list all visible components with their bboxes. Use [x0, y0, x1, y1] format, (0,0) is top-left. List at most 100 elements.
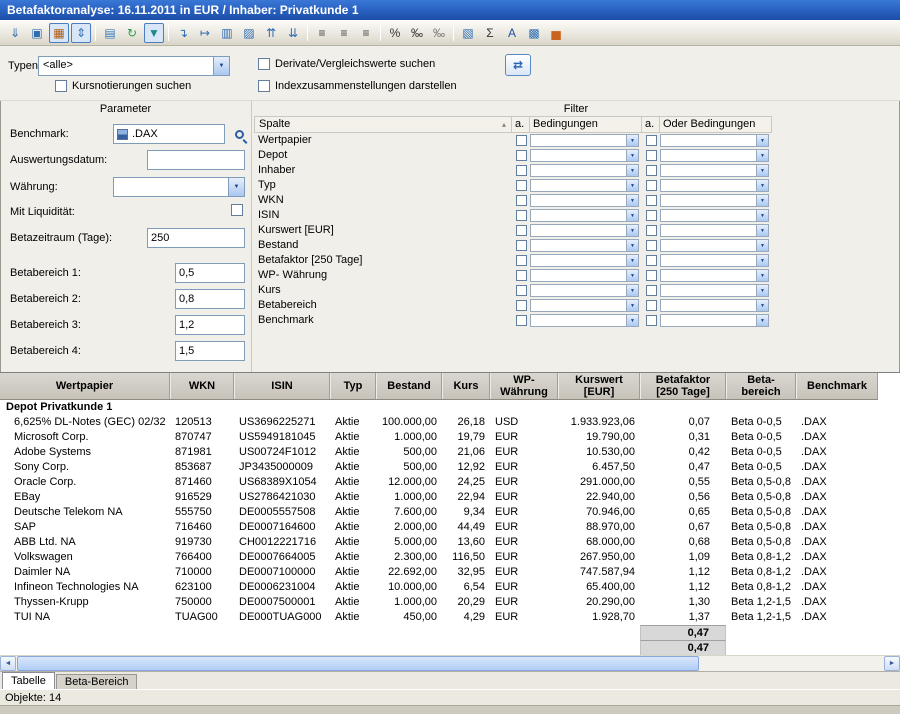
chevron-down-icon[interactable]: ▼	[213, 57, 229, 75]
filter-column-name[interactable]: Typ	[254, 178, 512, 193]
betabereich3-input[interactable]	[175, 315, 245, 335]
filter-column-name[interactable]: Bestand	[254, 238, 512, 253]
chart-icon[interactable]: ▅	[546, 23, 566, 43]
condition-combobox[interactable]: ▼	[530, 239, 639, 252]
index-checkbox[interactable]: Indexzusammenstellungen darstellen	[258, 80, 457, 92]
filter-and-checkbox[interactable]	[512, 315, 530, 326]
filter-or-condition-dropdown[interactable]: ▼	[660, 314, 772, 327]
column-header[interactable]: Beta- bereich	[726, 373, 796, 399]
filter-and-checkbox[interactable]	[512, 255, 530, 266]
chevron-down-icon[interactable]: ▼	[626, 300, 638, 311]
column-header[interactable]: ISIN	[234, 373, 330, 399]
chevron-down-icon[interactable]: ▼	[626, 240, 638, 251]
chevron-down-icon[interactable]: ▼	[756, 240, 768, 251]
filter-column-name[interactable]: Wertpapier	[254, 133, 512, 148]
filter-and-checkbox[interactable]	[512, 135, 530, 146]
table-row[interactable]: Infineon Technologies NA623100DE00062310…	[0, 580, 878, 595]
column-header[interactable]: Benchmark	[796, 373, 878, 399]
filter-column-name[interactable]: WP- Währung	[254, 268, 512, 283]
condition-combobox[interactable]: ▼	[530, 164, 639, 177]
jump-to-icon[interactable]: ↦	[195, 23, 215, 43]
align-left-icon[interactable]: ≡	[312, 23, 332, 43]
tab-beta-bereich[interactable]: Beta-Bereich	[56, 674, 138, 689]
filter-or-condition-dropdown[interactable]: ▼	[660, 134, 772, 147]
filter-column-name[interactable]: ISIN	[254, 208, 512, 223]
filter-condition-dropdown[interactable]: ▼	[530, 179, 642, 192]
scrollbar-thumb[interactable]	[17, 656, 699, 671]
decrease-decimal-icon[interactable]: ‰	[429, 23, 449, 43]
column-header[interactable]: WP- Währung	[490, 373, 558, 399]
condition-combobox[interactable]: ▼	[660, 134, 769, 147]
condition-combobox[interactable]: ▼	[660, 224, 769, 237]
condition-combobox[interactable]: ▼	[530, 299, 639, 312]
filter-column-name[interactable]: Betafaktor [250 Tage]	[254, 253, 512, 268]
filter-column-name[interactable]: Benchmark	[254, 313, 512, 328]
filter-or-condition-dropdown[interactable]: ▼	[660, 284, 772, 297]
sum-icon[interactable]: Σ	[480, 23, 500, 43]
refresh-search-button[interactable]: ⇄	[505, 54, 531, 76]
insert-column-icon[interactable]: ↴	[173, 23, 193, 43]
chevron-down-icon[interactable]: ▼	[626, 285, 638, 296]
scroll-left-button[interactable]: ◄	[0, 656, 16, 671]
filter-condition-dropdown[interactable]: ▼	[530, 209, 642, 222]
print-icon[interactable]: ▤	[100, 23, 120, 43]
condition-combobox[interactable]: ▼	[660, 269, 769, 282]
chevron-down-icon[interactable]: ▼	[756, 285, 768, 296]
filter-or-condition-dropdown[interactable]: ▼	[660, 194, 772, 207]
filter-condition-dropdown[interactable]: ▼	[530, 134, 642, 147]
group-columns-icon[interactable]: ▨	[239, 23, 259, 43]
filter-and-checkbox[interactable]	[512, 210, 530, 221]
filter-header-oder-and[interactable]: a.	[642, 116, 660, 133]
chevron-down-icon[interactable]: ▼	[626, 225, 638, 236]
chevron-down-icon[interactable]: ▼	[756, 195, 768, 206]
filter-condition-dropdown[interactable]: ▼	[530, 314, 642, 327]
column-header[interactable]: Kurswert [EUR]	[558, 373, 640, 399]
filter-column-name[interactable]: Kurs	[254, 283, 512, 298]
filter-or-checkbox[interactable]	[642, 270, 660, 281]
condition-combobox[interactable]: ▼	[530, 194, 639, 207]
chevron-down-icon[interactable]: ▼	[756, 135, 768, 146]
table-row[interactable]: EBay916529US2786421030Aktie1.000,0022,94…	[0, 490, 878, 505]
filter-or-condition-dropdown[interactable]: ▼	[660, 179, 772, 192]
filter-and-checkbox[interactable]	[512, 180, 530, 191]
filter-column-name[interactable]: Betabereich	[254, 298, 512, 313]
condition-combobox[interactable]: ▼	[660, 314, 769, 327]
chevron-down-icon[interactable]: ▼	[626, 165, 638, 176]
betazeitraum-input[interactable]	[147, 228, 245, 248]
chevron-down-icon[interactable]: ▼	[756, 315, 768, 326]
font-icon[interactable]: A	[502, 23, 522, 43]
filter-or-condition-dropdown[interactable]: ▼	[660, 239, 772, 252]
column-header[interactable]: Wertpapier	[0, 373, 170, 399]
filter-or-checkbox[interactable]	[642, 225, 660, 236]
condition-combobox[interactable]: ▼	[660, 149, 769, 162]
filter-or-condition-dropdown[interactable]: ▼	[660, 299, 772, 312]
filter-or-checkbox[interactable]	[642, 195, 660, 206]
refresh-icon[interactable]: ↻	[122, 23, 142, 43]
filter-condition-dropdown[interactable]: ▼	[530, 194, 642, 207]
condition-combobox[interactable]: ▼	[530, 224, 639, 237]
filter-column-name[interactable]: Kurswert [EUR]	[254, 223, 512, 238]
chevron-down-icon[interactable]: ▼	[626, 150, 638, 161]
filter-condition-dropdown[interactable]: ▼	[530, 269, 642, 282]
column-header[interactable]: Betafaktor [250 Tage]	[640, 373, 726, 399]
filter-and-checkbox[interactable]	[512, 285, 530, 296]
chevron-down-icon[interactable]: ▼	[626, 135, 638, 146]
chevron-down-icon[interactable]: ▼	[756, 255, 768, 266]
condition-combobox[interactable]: ▼	[530, 284, 639, 297]
condition-combobox[interactable]: ▼	[660, 164, 769, 177]
filter-or-checkbox[interactable]	[642, 255, 660, 266]
filter-condition-dropdown[interactable]: ▼	[530, 284, 642, 297]
chevron-down-icon[interactable]: ▼	[756, 225, 768, 236]
benchmark-field[interactable]: .DAX	[113, 124, 225, 144]
filter-condition-dropdown[interactable]: ▼	[530, 254, 642, 267]
table-row[interactable]: Thyssen-Krupp750000DE0007500001Aktie1.00…	[0, 595, 878, 610]
column-header[interactable]: WKN	[170, 373, 234, 399]
filter-or-checkbox[interactable]	[642, 210, 660, 221]
filter-and-checkbox[interactable]	[512, 270, 530, 281]
chevron-down-icon[interactable]: ▼	[228, 178, 244, 196]
sort-ascending-icon[interactable]: ⇈	[261, 23, 281, 43]
condition-combobox[interactable]: ▼	[530, 254, 639, 267]
chevron-down-icon[interactable]: ▼	[626, 270, 638, 281]
table-row[interactable]: Adobe Systems871981US00724F1012Aktie500,…	[0, 445, 878, 460]
filter-column-name[interactable]: Inhaber	[254, 163, 512, 178]
